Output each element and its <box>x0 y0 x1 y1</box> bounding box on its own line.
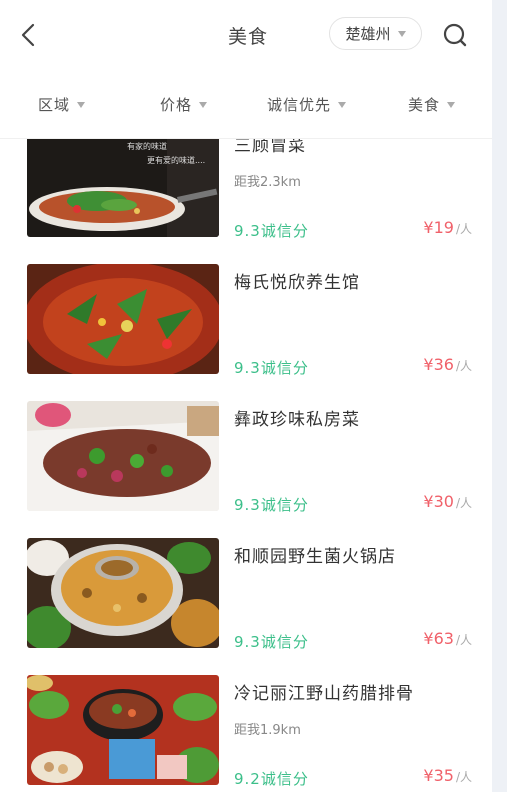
filter-area[interactable]: 区域 <box>38 94 86 115</box>
price-value: ¥19 <box>423 218 454 237</box>
list-item[interactable]: 梅氏悦欣养生馆 9.3诚信分 ¥36/人 <box>0 237 492 377</box>
list-item[interactable]: 彝政珍味私房菜 9.3诚信分 ¥30/人 <box>0 374 492 514</box>
filter-cuisine[interactable]: 美食 <box>408 94 456 115</box>
restaurant-name: 三顾冒菜 <box>234 139 306 156</box>
filter-label: 美食 <box>408 96 441 114</box>
price: ¥63/人 <box>423 629 472 648</box>
chevron-down-icon <box>447 101 456 108</box>
distance: 距我2.3km <box>234 175 301 190</box>
price-value: ¥35 <box>423 766 454 785</box>
price: ¥19/人 <box>423 218 472 237</box>
price: ¥30/人 <box>423 492 472 511</box>
filter-bar: 区域 价格 诚信优先 美食 <box>0 72 492 139</box>
price-value: ¥36 <box>423 355 454 374</box>
chevron-down-icon <box>77 101 86 108</box>
scrollbar-track <box>492 0 507 792</box>
price-value: ¥63 <box>423 629 454 648</box>
dish-photo <box>27 538 219 648</box>
chevron-down-icon <box>397 30 406 37</box>
city-selector[interactable]: 楚雄州 <box>329 17 422 50</box>
top-navigation-bar: 美食 楚雄州 <box>0 0 492 72</box>
filter-label: 诚信优先 <box>267 96 332 114</box>
dish-photo: 有家的味道 更有爱的味道.... <box>27 139 219 237</box>
price: ¥36/人 <box>423 355 472 374</box>
price-unit: /人 <box>455 359 472 373</box>
dish-photo <box>27 264 219 374</box>
filter-price[interactable]: 价格 <box>160 94 208 115</box>
image-caption: 有家的味道 <box>127 141 167 151</box>
list-item[interactable]: 和顺园野生菌火锅店 9.3诚信分 ¥63/人 <box>0 511 492 651</box>
price-unit: /人 <box>455 496 472 510</box>
restaurant-name: 彝政珍味私房菜 <box>234 410 360 430</box>
filter-credit-first[interactable]: 诚信优先 <box>267 94 347 115</box>
restaurant-name: 和顺园野生菌火锅店 <box>234 547 396 567</box>
chevron-down-icon <box>199 101 208 108</box>
filter-label: 价格 <box>160 96 193 114</box>
credit-score: 9.2诚信分 <box>234 770 309 788</box>
restaurant-name: 冷记丽江野山药腊排骨 <box>234 684 414 704</box>
restaurant-name: 梅氏悦欣养生馆 <box>234 273 360 293</box>
price: ¥35/人 <box>423 766 472 785</box>
list-item[interactable]: 冷记丽江野山药腊排骨 距我1.9km 9.2诚信分 ¥35/人 <box>0 648 492 788</box>
list-item[interactable]: 有家的味道 更有爱的味道.... 三顾冒菜 距我2.3km 9.3诚信分 ¥19… <box>0 139 492 240</box>
city-label: 楚雄州 <box>345 25 391 43</box>
dish-photo <box>27 401 219 511</box>
dish-photo <box>27 675 219 785</box>
price-unit: /人 <box>455 633 472 647</box>
restaurant-list: 有家的味道 更有爱的味道.... 三顾冒菜 距我2.3km 9.3诚信分 ¥19… <box>0 139 492 792</box>
distance: 距我1.9km <box>234 723 301 738</box>
search-icon[interactable] <box>442 22 468 48</box>
image-caption: 更有爱的味道.... <box>147 155 205 165</box>
price-value: ¥30 <box>423 492 454 511</box>
price-unit: /人 <box>455 222 472 236</box>
filter-label: 区域 <box>38 96 71 114</box>
chevron-down-icon <box>338 101 347 108</box>
price-unit: /人 <box>455 770 472 784</box>
